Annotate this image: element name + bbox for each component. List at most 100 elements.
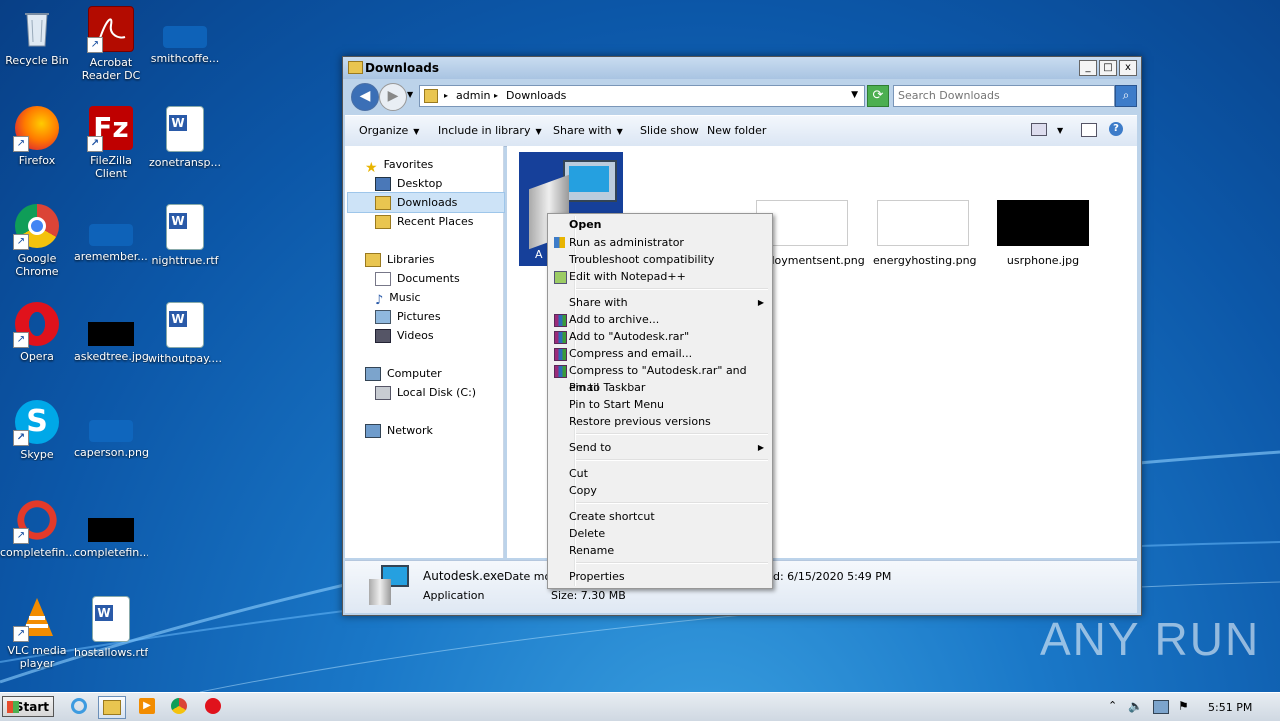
desktop-icon-ccleaner[interactable]: ↗ completefin.... [0,498,74,559]
desktop-icon-caperson[interactable]: caperson.png [74,400,148,459]
music-icon: ♪ [375,293,384,308]
help-icon[interactable]: ? [1109,122,1123,136]
desktop-icon-vlc[interactable]: ↗ VLC media player [0,596,74,670]
word-doc-icon: W [92,596,130,642]
refresh-button[interactable]: ⟳ [867,85,889,107]
file-icon [89,224,133,246]
nav-videos[interactable]: Videos [375,327,434,345]
view-dropdown-icon[interactable]: ▼ [1057,126,1063,135]
desktop-icon-opera[interactable]: ↗ Opera [0,302,74,363]
breadcrumb-admin[interactable]: admin [456,89,490,102]
desktop-icon-zonetransp[interactable]: W zonetransp... [148,106,222,169]
nav-music[interactable]: ♪ Music [375,289,421,308]
nav-pictures[interactable]: Pictures [375,308,441,326]
file-name: energyhosting.png [873,254,977,267]
search-box[interactable] [893,85,1115,107]
menu-item-add-to-archive[interactable]: Add to archive... [550,311,770,328]
taskbar: Start ▶ ⌃ 🔈 ⚑ 5:51 PM [0,692,1280,721]
menu-item-troubleshoot[interactable]: Troubleshoot compatibility [550,251,770,268]
desktop-icon-smithcoffe[interactable]: smithcoffe... [148,6,222,65]
winrar-icon [554,314,567,327]
menu-item-share-with[interactable]: Share with ▶ [550,294,770,311]
nav-local-disk[interactable]: Local Disk (C:) [375,384,476,402]
menu-item-compress-email[interactable]: Compress and email... [550,345,770,362]
desktop-icon-firefox[interactable]: ↗ Firefox [0,106,74,167]
file-item-usrphone[interactable]: usrphone.jpg [993,200,1093,267]
close-button[interactable]: x [1119,60,1137,76]
pictures-icon [375,310,391,324]
taskbar-chrome[interactable] [166,696,192,717]
desktop-icon-aremember[interactable]: aremember.... [74,204,148,263]
file-icon [163,26,207,48]
show-hidden-icons-icon[interactable]: ⌃ [1108,699,1117,712]
internet-explorer-icon [71,698,87,714]
file-item-energyhosting[interactable]: energyhosting.png [873,200,977,267]
menu-item-run-as-administrator[interactable]: Run as administrator [550,234,770,251]
taskbar-opera[interactable] [200,696,226,717]
nav-recent-places[interactable]: Recent Places [375,213,474,231]
menu-item-compress-rar-email[interactable]: Compress to "Autodesk.rar" and email [550,362,770,394]
desktop-icon-recycle-bin[interactable]: Recycle Bin [0,6,74,67]
desktop-icon-withoutpay[interactable]: W withoutpay.... [148,302,222,365]
desktop-icon-askedtree[interactable]: askedtree.jpg [74,302,148,363]
nav-favorites[interactable]: ★ Favorites [365,156,433,176]
details-size: Size: 7.30 MB [551,589,626,602]
desktop-icon-completefin[interactable]: completefin.... [74,498,148,559]
breadcrumb-downloads[interactable]: Downloads [506,89,566,102]
clock[interactable]: 5:51 PM [1208,701,1252,714]
taskbar-explorer[interactable] [98,696,126,719]
image-thumbnail [997,200,1089,246]
menu-item-pin-start[interactable]: Pin to Start Menu [550,396,770,413]
forward-button[interactable]: ▶ [379,83,407,111]
menu-item-copy[interactable]: Copy [550,482,770,499]
menu-item-add-to-rar[interactable]: Add to "Autodesk.rar" [550,328,770,345]
new-folder-button[interactable]: New folder [707,124,766,137]
desktop-icon-chrome[interactable]: ↗ Google Chrome [0,204,74,278]
slide-show-button[interactable]: Slide show [640,124,699,137]
start-button[interactable]: Start [2,696,54,717]
organize-menu[interactable]: Organize ▼ [359,124,419,137]
change-view-icon[interactable] [1031,123,1047,136]
image-icon [89,420,133,442]
nav-documents[interactable]: Documents [375,270,460,288]
network-tray-icon[interactable] [1153,700,1169,714]
menu-item-send-to[interactable]: Send to ▶ [550,439,770,456]
submenu-arrow-icon: ▶ [757,443,764,452]
menu-item-restore-versions[interactable]: Restore previous versions [550,413,770,430]
menu-item-cut[interactable]: Cut [550,465,770,482]
nav-libraries[interactable]: Libraries [365,251,435,269]
nav-desktop[interactable]: Desktop [375,175,442,193]
maximize-button[interactable]: □ [1099,60,1117,76]
menu-item-delete[interactable]: Delete [550,525,770,542]
desktop-icon-nighttrue[interactable]: W nighttrue.rtf [148,204,222,267]
volume-icon[interactable]: 🔈 [1128,699,1143,713]
search-input[interactable] [894,86,1112,104]
nav-network[interactable]: Network [365,422,433,440]
desktop-icon-hostallows[interactable]: W hostallows.rtf [74,596,148,659]
share-with-menu[interactable]: Share with ▼ [553,124,623,137]
address-bar[interactable]: ▸ admin ▸ Downloads ▼ [419,85,865,107]
recent-pages-dropdown-icon[interactable]: ▼ [407,90,413,99]
preview-pane-icon[interactable] [1081,123,1097,137]
menu-item-create-shortcut[interactable]: Create shortcut [550,508,770,525]
desktop-icon-label: Opera [20,350,54,363]
address-dropdown-icon[interactable]: ▼ [851,90,858,100]
taskbar-media-player[interactable]: ▶ [134,696,160,717]
back-button[interactable]: ◀ [351,83,379,111]
menu-item-pin-taskbar[interactable]: Pin to Taskbar [550,379,770,396]
include-in-library-menu[interactable]: Include in library ▼ [438,124,542,137]
title-bar[interactable]: Downloads _ □ x [343,57,1141,79]
menu-item-properties[interactable]: Properties [550,568,770,585]
action-center-flag-icon[interactable]: ⚑ [1178,699,1189,713]
desktop-icon-acrobat[interactable]: ↗ Acrobat Reader DC [74,6,148,82]
menu-item-open[interactable]: Open [550,216,770,233]
search-icon[interactable]: ⌕ [1115,85,1137,107]
menu-item-edit-notepadpp[interactable]: Edit with Notepad++ [550,268,770,285]
desktop-icon-filezilla[interactable]: Fz ↗ FileZilla Client [74,106,148,180]
nav-downloads[interactable]: Downloads [375,194,457,212]
minimize-button[interactable]: _ [1079,60,1097,76]
nav-computer[interactable]: Computer [365,365,442,383]
taskbar-ie[interactable] [66,696,92,717]
desktop-icon-skype[interactable]: S ↗ Skype [0,400,74,461]
menu-item-rename[interactable]: Rename [550,542,770,559]
